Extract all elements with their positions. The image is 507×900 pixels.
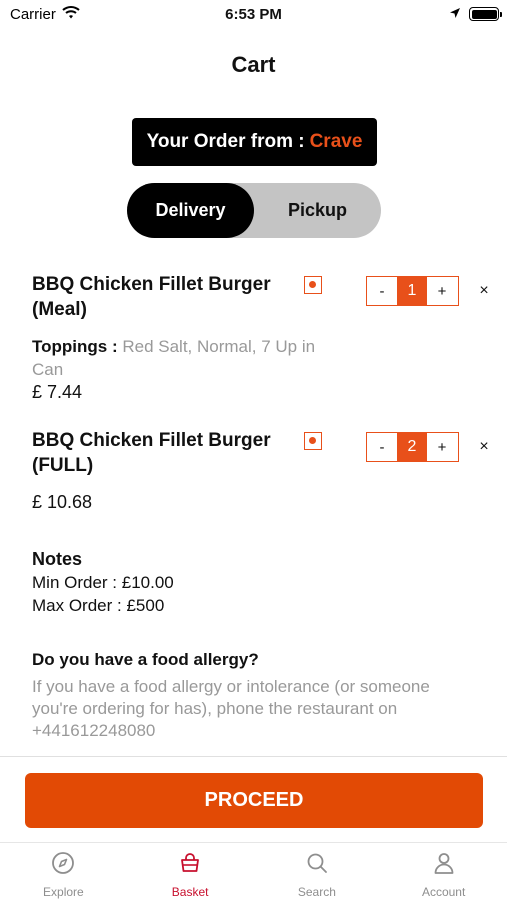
tab-label: Basket	[171, 885, 209, 899]
remove-item-button[interactable]: ×	[476, 438, 492, 456]
item-name: BBQ Chicken Fillet Burger (FULL)	[32, 430, 271, 476]
remove-item-button[interactable]: ×	[476, 282, 492, 300]
allergy-section: Do you have a food allergy? If you have …	[32, 650, 472, 742]
max-order-text: Max Order : £500	[32, 596, 165, 615]
delivery-pickup-toggle: Delivery Pickup	[127, 183, 381, 238]
item-price: £ 10.68	[32, 492, 93, 512]
status-bar: Carrier 6:53 PM	[0, 0, 507, 30]
allergy-info: If you have a food allergy or intoleranc…	[32, 677, 430, 740]
account-icon	[432, 851, 456, 880]
quantity-stepper: - 2 +	[366, 432, 459, 462]
increase-button[interactable]: +	[427, 277, 457, 305]
tab-account[interactable]: Account	[380, 843, 507, 900]
notes-section: Notes Min Order : £10.00 Max Order : £50…	[32, 548, 174, 617]
tab-label: Explore	[43, 885, 84, 899]
delivery-option[interactable]: Delivery	[127, 183, 254, 238]
toppings-label: Toppings :	[32, 337, 118, 356]
notes-title: Notes	[32, 549, 83, 569]
decrease-button[interactable]: -	[367, 277, 397, 305]
item-price: £ 7.44	[32, 382, 83, 402]
basket-icon	[178, 851, 202, 880]
min-order-text: Min Order : £10.00	[32, 573, 174, 592]
food-type-icon	[304, 276, 322, 294]
location-arrow-icon	[449, 6, 461, 24]
cart-item: BBQ Chicken Fillet Burger (Meal) - 1 + ×…	[32, 272, 492, 407]
order-from-banner: Your Order from : Crave	[132, 118, 377, 166]
tab-label: Search	[297, 885, 336, 899]
item-name: BBQ Chicken Fillet Burger (Meal)	[32, 274, 271, 320]
decrease-button[interactable]: -	[367, 433, 397, 461]
proceed-button[interactable]: PROCEED	[25, 773, 483, 828]
page-title: Cart	[231, 52, 276, 77]
allergy-title: Do you have a food allergy?	[32, 650, 259, 669]
cart-item: BBQ Chicken Fillet Burger (FULL) - 2 + ×…	[32, 428, 492, 518]
quantity-stepper: - 1 +	[366, 276, 459, 306]
restaurant-name: Crave	[309, 131, 363, 152]
increase-button[interactable]: +	[427, 433, 457, 461]
order-from-prefix: Your Order from :	[146, 131, 305, 152]
clock-time: 6:53 PM	[225, 6, 282, 23]
tab-label: Account	[421, 885, 466, 899]
search-icon	[305, 851, 329, 880]
tab-explore[interactable]: Explore	[0, 843, 127, 900]
item-toppings: Toppings : Red Salt, Normal, 7 Up in Can	[32, 335, 332, 381]
quantity-value: 1	[397, 277, 427, 305]
tab-basket[interactable]: Basket	[127, 843, 254, 900]
food-type-icon	[304, 432, 322, 450]
battery-icon	[469, 7, 502, 21]
quantity-value: 2	[397, 433, 427, 461]
tab-bar: Explore Basket Search Account	[0, 842, 507, 900]
tab-search[interactable]: Search	[254, 843, 381, 900]
compass-icon	[51, 851, 75, 880]
pickup-option[interactable]: Pickup	[254, 183, 381, 238]
